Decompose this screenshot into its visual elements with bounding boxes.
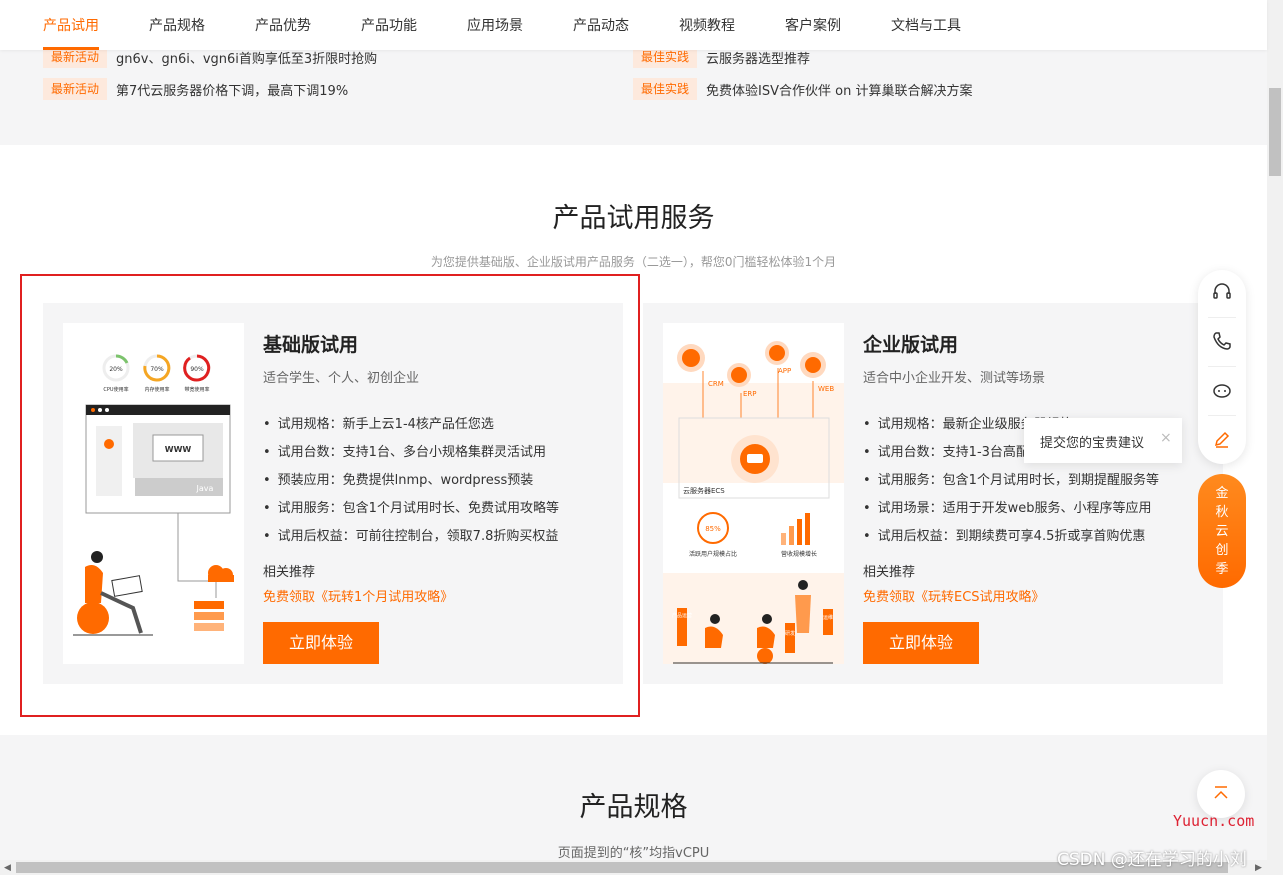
news-text[interactable]: 免费体验ISV合作伙伴 on 计算巢联合解决方案 [706,80,972,99]
phone-icon[interactable] [1210,329,1234,353]
feature-item: 试用场景：适用于开发web服务、小程序等应用 [863,499,1159,527]
feedback-tooltip-text: 提交您的宝贵建议 [1040,436,1145,451]
csdn-watermark: CSDN @还在学习的小刘 [1057,850,1247,870]
crm-label: CRM [708,380,724,388]
tab-video-tutorials[interactable]: 视频教程 [679,15,735,35]
gauge-mem-label: 内存使用率 [144,386,169,393]
tab-use-cases[interactable]: 应用场景 [467,15,523,35]
erp-label: ERP [743,390,757,398]
enterprise-trial-illustration: CRM ERP APP WEB 云服务器ECS 85% 活跃用户规模占比 营收规… [663,323,844,664]
gauge-mem-value: 70% [150,366,164,373]
tab-product-spec[interactable]: 产品规格 [149,15,205,35]
try-now-button[interactable]: 立即体验 [863,622,979,664]
news-item[interactable]: 最新活动 第7代云服务器价格下调，最高下调19% [43,78,348,100]
basic-trial-feature-list: 试用规格：新手上云1-4核产品任您选 试用台数：支持1台、多台小规格集群灵活试用… [263,415,559,555]
edit-feedback-icon[interactable] [1210,427,1234,451]
maint-label: 运维 [823,614,833,621]
web-label: WEB [818,385,834,393]
tab-product-advantages[interactable]: 产品优势 [255,15,311,35]
feature-item: 试用后权益：可前往控制台，领取7.8折购买权益 [263,527,559,555]
related-link[interactable]: 免费领取《玩转1个月试用攻略》 [263,586,453,605]
news-tag: 最佳实践 [633,78,698,100]
basic-trial-card: 20% CPU使用率 70% 内存使用率 90% 带宽使用率 WWW Java [43,303,623,684]
scroll-right-icon[interactable]: ▶ [1255,863,1262,873]
promo-char: 云 [1215,524,1229,539]
feedback-tooltip[interactable]: 提交您的宝贵建议 × [1024,418,1182,463]
enterprise-trial-card: CRM ERP APP WEB 云服务器ECS 85% 活跃用户规模占比 营收规… [643,303,1223,684]
feature-item: 预装应用：免费提供lnmp、wordpress预装 [263,471,559,499]
promo-char: 季 [1215,562,1229,577]
gauge-cpu-value: 20% [109,366,123,373]
enterprise-trial-subtitle: 适合中小企业开发、测试等场景 [863,371,1046,386]
site-watermark: Yuucn.com [1173,812,1255,830]
news-text[interactable]: 第7代云服务器价格下调，最高下调19% [116,80,348,99]
tab-product-news[interactable]: 产品动态 [573,15,629,35]
scroll-thumb[interactable] [16,862,1228,873]
ops-label: 产品运营 [672,612,692,619]
promo-char: 创 [1215,543,1229,558]
related-link[interactable]: 免费领取《玩转ECS试用攻略》 [863,586,1045,605]
basic-trial-subtitle: 适合学生、个人、初创企业 [263,371,420,386]
product-tab-bar: 产品试用 产品规格 产品优势 产品功能 应用场景 产品动态 视频教程 客户案例 … [0,0,1267,50]
tab-docs-tools[interactable]: 文档与工具 [891,15,961,35]
promo-badge[interactable]: 金 秋 云 创 季 [1198,474,1246,588]
www-label: WWW [165,445,192,454]
gauge-bw-value: 90% [190,366,204,373]
related-label: 相关推荐 [263,565,316,580]
news-strip: 最新活动 gn6v、gn6i、vgn6i首购享低至3折限时抢购 最新活动 第7代… [0,46,1267,145]
trial-section-title: 产品试用服务 [552,203,715,234]
floating-toolbar [1198,270,1246,464]
scroll-left-icon[interactable]: ◀ [4,863,11,873]
basic-trial-title: 基础版试用 [263,334,359,356]
trial-section-subtitle: 为您提供基础版、企业版试用产品服务（二选一），帮您0门槛轻松体验1个月 [430,255,837,269]
promo-char: 秋 [1215,505,1229,520]
tab-customer-cases[interactable]: 客户案例 [785,15,841,35]
ecs-label: 云服务器ECS [683,486,725,495]
active-tab-indicator [43,47,99,50]
growth-label: 营收规模增长 [781,550,817,558]
back-to-top-button[interactable] [1197,770,1245,818]
scroll-thumb[interactable] [1269,88,1281,176]
chatbot-icon[interactable] [1210,378,1234,402]
basic-trial-illustration: 20% CPU使用率 70% 内存使用率 90% 带宽使用率 WWW Java [63,323,244,664]
spec-section-title: 产品规格 [579,792,688,823]
feature-item: 试用服务：包含1个月试用时长，到期提醒服务等 [863,471,1159,499]
news-item[interactable]: 最佳实践 免费体验ISV合作伙伴 on 计算巢联合解决方案 [633,78,972,100]
gauge-cpu-label: CPU使用率 [103,386,128,393]
try-now-button[interactable]: 立即体验 [263,622,379,664]
related-label: 相关推荐 [863,565,916,580]
vertical-scrollbar[interactable] [1267,0,1283,875]
headset-icon[interactable] [1210,280,1234,304]
pct-label: 85% [705,525,721,533]
dev-label: 研发 [785,630,795,637]
news-text[interactable]: 云服务器选型推荐 [706,48,810,67]
close-icon[interactable]: × [1160,430,1172,446]
feature-item: 试用规格：新手上云1-4核产品任您选 [263,415,559,443]
news-text[interactable]: gn6v、gn6i、vgn6i首购享低至3折限时抢购 [116,48,377,67]
arrow-up-icon [1214,786,1228,799]
news-tag: 最新活动 [43,78,108,100]
feature-item: 试用服务：包含1个月试用时长、免费试用攻略等 [263,499,559,527]
tab-product-trial[interactable]: 产品试用 [43,15,99,35]
java-label: Java [196,484,214,493]
feature-item: 试用台数：支持1台、多台小规格集群灵活试用 [263,443,559,471]
enterprise-trial-title: 企业版试用 [863,334,959,356]
gauge-bw-label: 带宽使用率 [184,386,209,393]
feature-item: 试用后权益：到期续费可享4.5折或享首购优惠 [863,527,1159,555]
tab-product-features[interactable]: 产品功能 [361,15,417,35]
app-label: APP [778,367,791,375]
active-users-label: 活跃用户规模占比 [689,550,737,558]
promo-char: 金 [1215,486,1229,501]
